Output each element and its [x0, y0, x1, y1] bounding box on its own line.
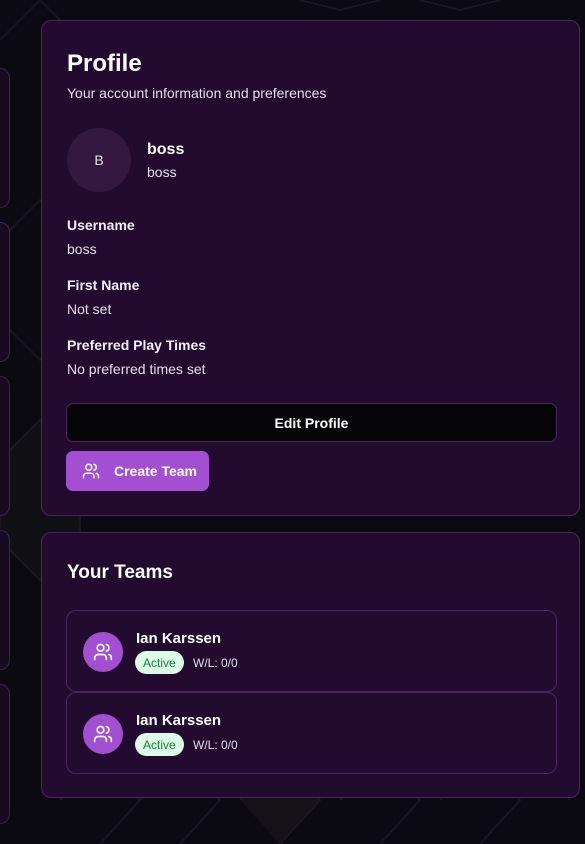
avatar-initial: B [94, 152, 104, 168]
team-list-item[interactable]: Ian Karssen Active W/L: 0/0 [66, 610, 557, 692]
offscreen-card [0, 222, 10, 362]
users-icon [82, 462, 100, 480]
offscreen-card [0, 684, 10, 824]
team-avatar [83, 714, 123, 754]
field-value-username: boss [67, 241, 97, 257]
field-label-preferred-play-times: Preferred Play Times [67, 337, 207, 353]
team-avatar [83, 632, 123, 672]
create-team-button-label: Create Team [114, 463, 198, 479]
display-name: boss [147, 141, 185, 158]
avatar: B [67, 128, 131, 192]
offscreen-card [0, 68, 10, 208]
users-icon [93, 642, 113, 662]
team-record: W/L: 0/0 [193, 656, 238, 670]
status-badge: Active [135, 651, 184, 674]
offscreen-card [0, 530, 10, 670]
teams-card: Your Teams Ian Karssen Active W/L: 0/0 I… [41, 532, 580, 798]
field-value-first-name: Not set [67, 301, 112, 317]
edit-profile-button[interactable]: Edit Profile [66, 403, 557, 442]
display-username: boss [147, 164, 177, 180]
edit-profile-button-label: Edit Profile [274, 414, 349, 431]
team-list-item[interactable]: Ian Karssen Active W/L: 0/0 [66, 692, 557, 774]
profile-subtitle: Your account information and preferences [67, 85, 327, 101]
profile-card: Profile Your account information and pre… [41, 20, 580, 516]
field-value-preferred-play-times: No preferred times set [67, 361, 206, 377]
field-label-username: Username [67, 217, 135, 233]
users-icon [93, 724, 113, 744]
team-name: Ian Karssen [136, 630, 222, 647]
offscreen-card [0, 376, 10, 516]
team-name: Ian Karssen [136, 712, 222, 729]
team-record: W/L: 0/0 [193, 738, 238, 752]
create-team-button[interactable]: Create Team [66, 451, 209, 491]
teams-title: Your Teams [67, 562, 173, 583]
status-badge: Active [135, 733, 184, 756]
field-label-first-name: First Name [67, 277, 140, 293]
profile-title: Profile [67, 50, 142, 77]
